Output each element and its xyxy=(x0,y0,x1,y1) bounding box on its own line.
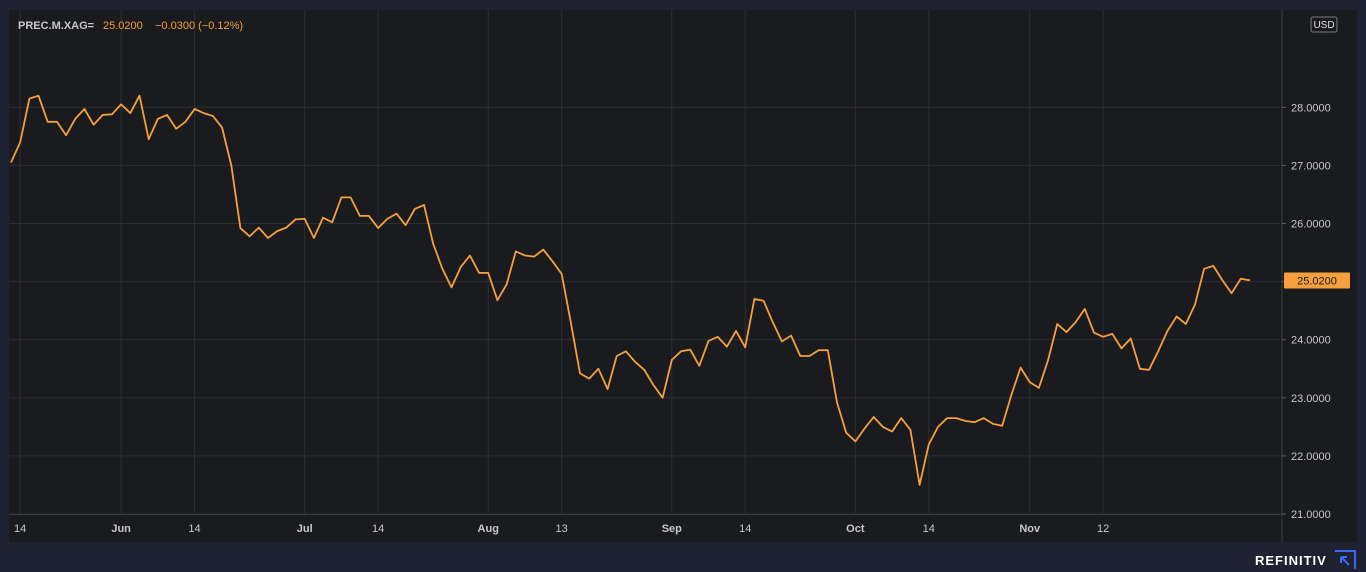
grid-lines xyxy=(10,10,1282,515)
legend-change: −0.0300 (−0.12%) xyxy=(155,20,243,32)
x-tick-label: Oct xyxy=(846,523,865,535)
x-tick-label: 12 xyxy=(1097,523,1109,535)
series-line[interactable] xyxy=(10,94,1251,486)
series-layer xyxy=(10,94,1251,486)
x-tick-label: Sep xyxy=(662,523,682,535)
y-tick-label: 22.0000 xyxy=(1291,451,1331,463)
last-price-label: 25.0200 xyxy=(1297,275,1337,287)
y-tick-label: 24.0000 xyxy=(1291,335,1331,347)
legend-last-value: 25.0200 xyxy=(103,20,143,32)
x-tick-label: Aug xyxy=(478,523,499,535)
x-tick-label: 13 xyxy=(556,523,568,535)
y-tick-label: 28.0000 xyxy=(1291,102,1331,114)
x-tick-label: 14 xyxy=(188,523,200,535)
currency-label: USD xyxy=(1313,20,1334,31)
x-tick-label: Jul xyxy=(297,523,313,535)
y-tick-label: 27.0000 xyxy=(1291,160,1331,172)
y-tick-label: 21.0000 xyxy=(1291,509,1331,521)
y-tick-label: 26.0000 xyxy=(1291,219,1331,231)
x-tick-label: 14 xyxy=(739,523,751,535)
y-tick-label: 23.0000 xyxy=(1291,393,1331,405)
brand-name: REFINITIV xyxy=(1255,553,1327,568)
x-tick-label: 14 xyxy=(372,523,384,535)
currency-badge[interactable]: USD xyxy=(1310,16,1338,33)
refinitiv-logo-icon xyxy=(1335,550,1356,569)
legend: PREC.M.XAG= 25.0200 −0.0300 (−0.12%) xyxy=(18,20,243,32)
last-price-tag: 25.0200 xyxy=(1284,272,1350,289)
x-tick-label: Jun xyxy=(111,523,131,535)
x-tick-label: 14 xyxy=(923,523,935,535)
x-tick-label: Nov xyxy=(1019,523,1041,535)
chart-panel: 28.000027.000026.000025.000024.000023.00… xyxy=(9,10,1357,542)
x-tick-label: 14 xyxy=(14,523,26,535)
legend-ric: PREC.M.XAG= xyxy=(18,20,94,32)
price-chart[interactable]: 28.000027.000026.000025.000024.000023.00… xyxy=(9,10,1357,542)
x-axis: 14 Jun 14 Jul 14 Aug 13 Sep 14 Oct 14 Nov 12 xyxy=(9,514,1282,535)
